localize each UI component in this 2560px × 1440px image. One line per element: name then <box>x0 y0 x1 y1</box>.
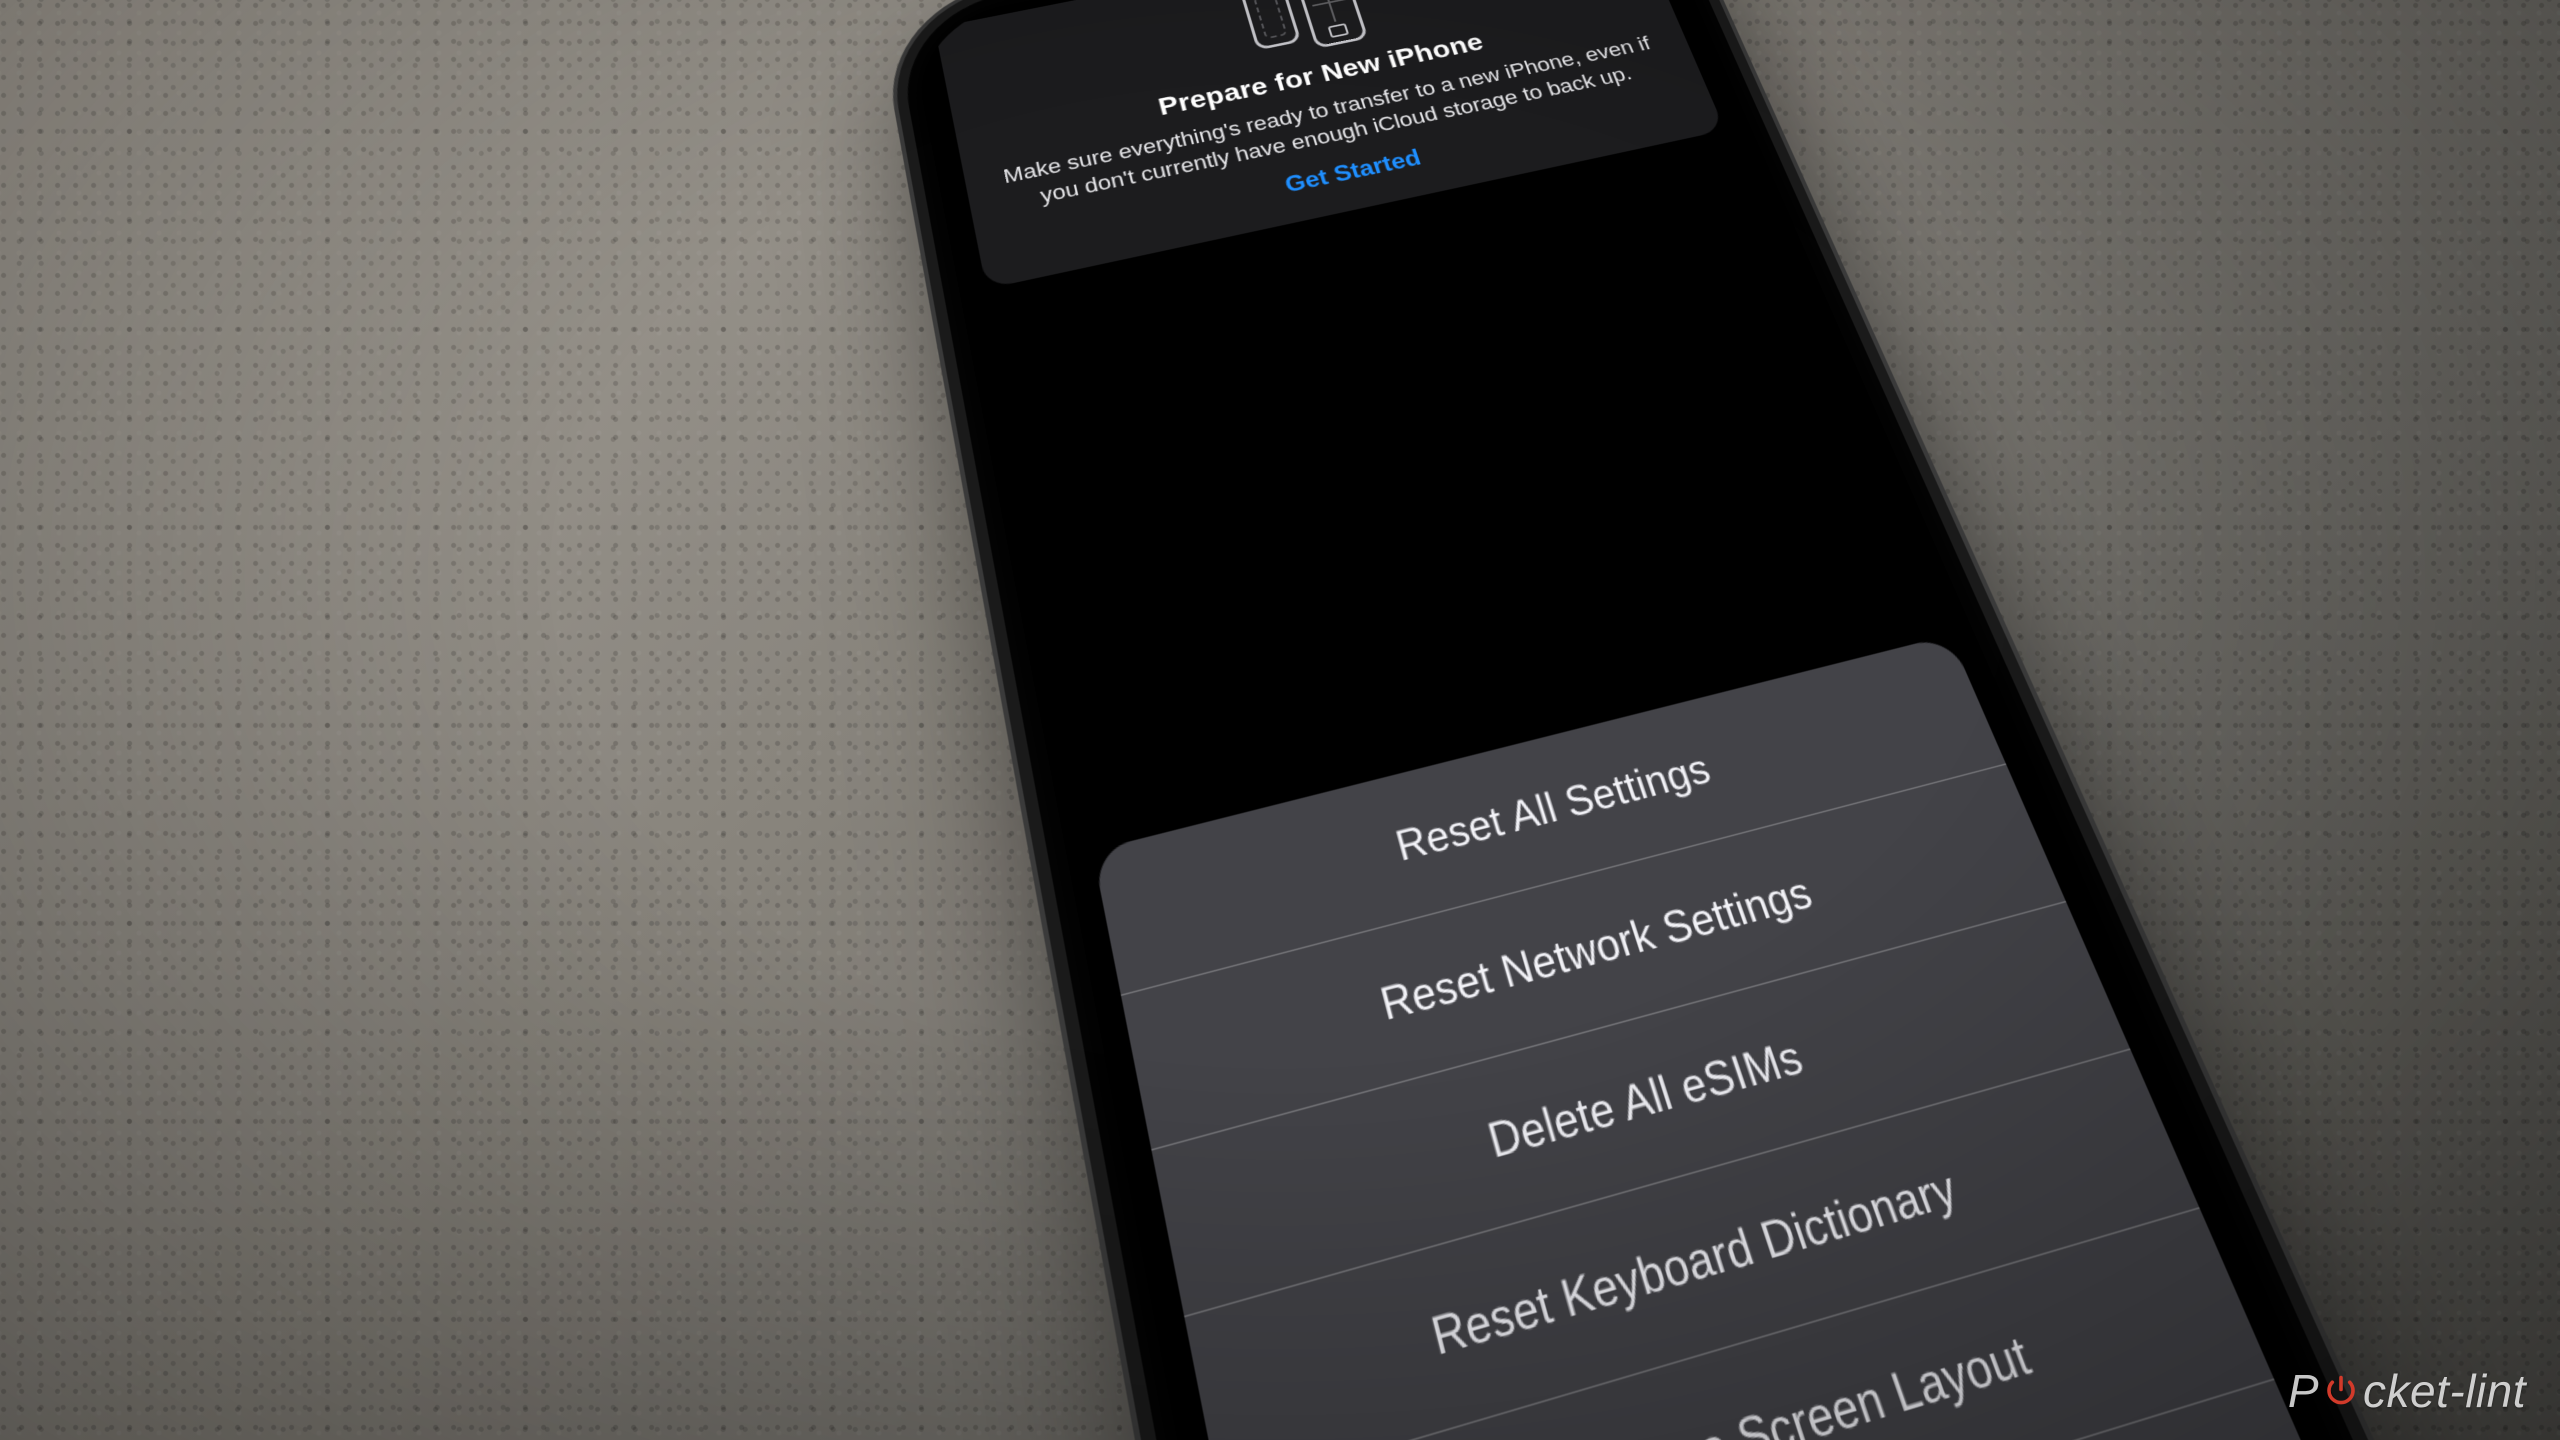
prepare-card: Prepare for New iPhone Make sure everyth… <box>935 0 1726 289</box>
old-phone-icon <box>1240 0 1302 50</box>
watermark-text-left: P <box>2288 1364 2319 1418</box>
pocket-lint-watermark: P cket-lint <box>2288 1364 2526 1418</box>
new-phone-icon <box>1295 0 1369 49</box>
power-icon <box>2321 1371 2361 1411</box>
watermark-text-right: cket-lint <box>2363 1364 2526 1418</box>
